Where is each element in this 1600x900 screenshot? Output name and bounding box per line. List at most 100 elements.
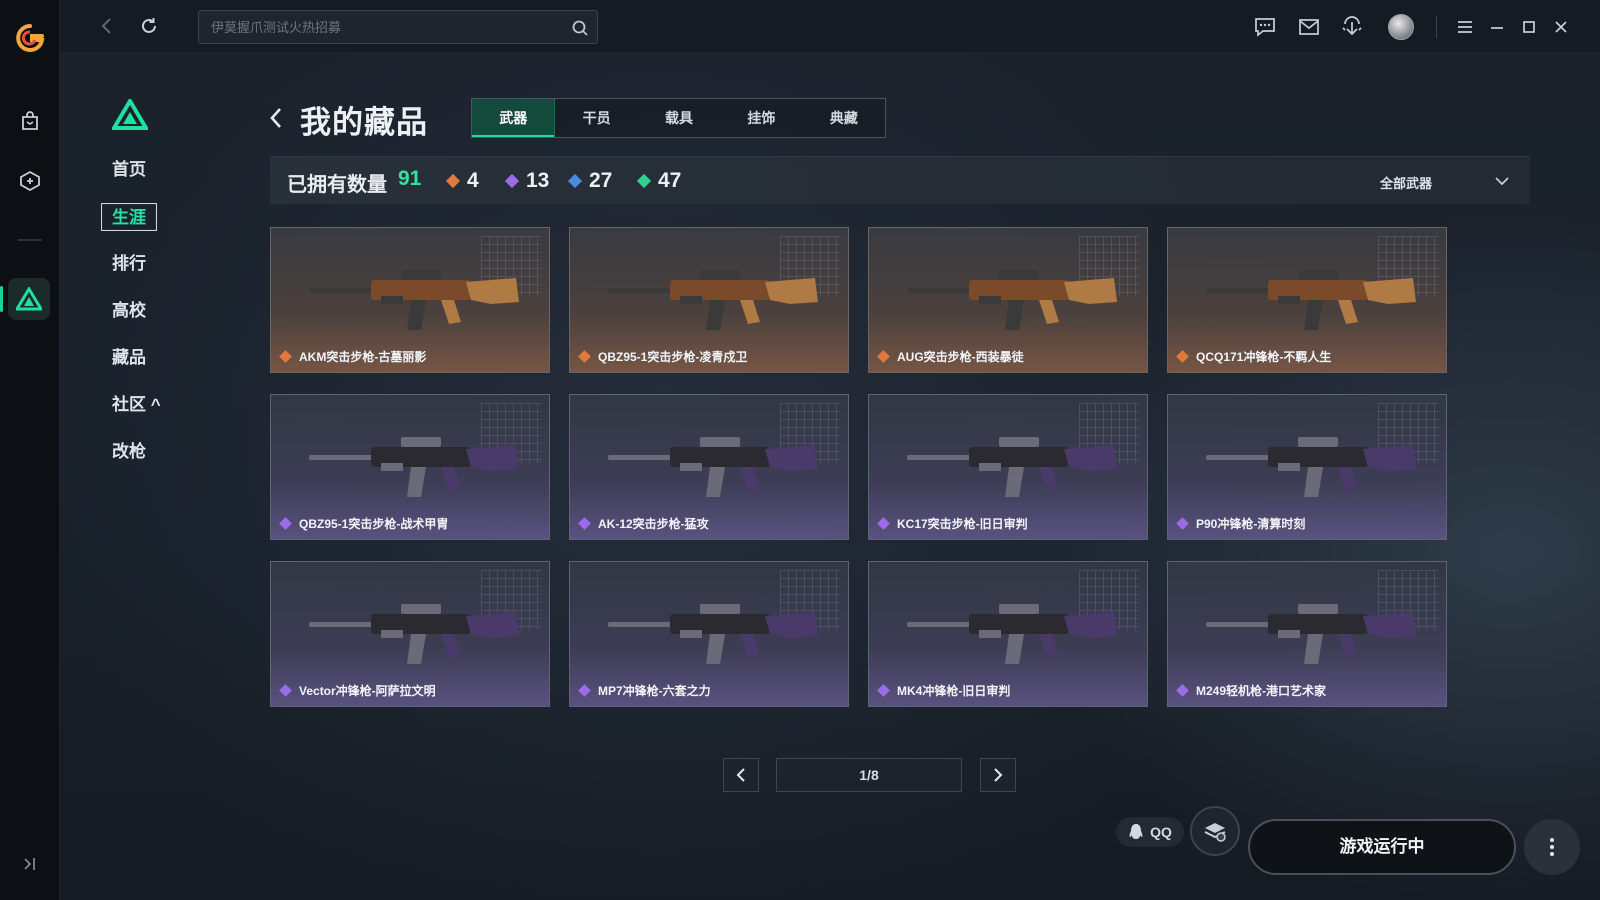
weapon-image [608, 270, 818, 330]
collection-item-card[interactable]: P90冲锋枪-清算时刻 [1167, 394, 1447, 540]
item-name: KC17突击步枪-旧日审判 [897, 516, 1028, 531]
card-caption: MP7冲锋枪-六套之力 [578, 681, 838, 699]
delta-force-logo-icon [110, 97, 150, 131]
refresh-icon[interactable] [137, 14, 161, 38]
chevron-down-icon [1494, 173, 1510, 191]
menu-icon[interactable] [1452, 14, 1478, 40]
download-icon[interactable] [1339, 14, 1365, 40]
side-nav-university[interactable]: 高校 [112, 297, 146, 325]
green-diamond-icon [636, 173, 652, 189]
maximize-icon[interactable] [1516, 14, 1542, 40]
weapon-filter-dropdown[interactable]: 全部武器 [1370, 168, 1510, 196]
next-page-button[interactable] [980, 758, 1016, 792]
weapon-image [907, 437, 1117, 497]
blue-diamond-icon [567, 173, 583, 189]
page-back-icon[interactable] [265, 105, 287, 131]
search-icon[interactable] [571, 19, 589, 37]
item-name: AKM突击步枪-古墓丽影 [299, 349, 427, 364]
weapon-image [1206, 437, 1416, 497]
rarity-count: 47 [658, 169, 682, 192]
tab-charms[interactable]: 挂饰 [720, 99, 802, 137]
weapon-image [1206, 604, 1416, 664]
back-arrow-icon[interactable] [95, 14, 119, 38]
card-caption: MK4冲锋枪-旧日审判 [877, 681, 1137, 699]
side-nav-gunsmith[interactable]: 改枪 [112, 438, 146, 466]
collection-item-card[interactable]: AKM突击步枪-古墓丽影 [270, 227, 550, 373]
side-nav-career[interactable]: 生涯 [101, 203, 157, 231]
orange-diamond-icon [445, 173, 461, 189]
deco-badge-button[interactable] [1190, 806, 1240, 856]
app-logo-icon[interactable] [14, 22, 46, 54]
rail-active-indicator [0, 286, 3, 312]
side-nav-community[interactable]: 社区 ^ [112, 391, 161, 419]
more-options-button[interactable] [1524, 819, 1580, 875]
item-name: QBZ95-1突击步枪-凌青戍卫 [598, 349, 748, 364]
page-indicator: 1/8 [776, 758, 962, 792]
item-name: P90冲锋枪-清算时刻 [1196, 516, 1306, 531]
collection-item-card[interactable]: QBZ95-1突击步枪-战术甲胄 [270, 394, 550, 540]
item-name: MP7冲锋枪-六套之力 [598, 683, 711, 698]
purple-diamond-icon [578, 516, 591, 530]
card-caption: QCQ171冲锋枪-不羁人生 [1176, 347, 1436, 365]
top-bar [60, 0, 1600, 53]
collection-item-card[interactable]: MK4冲锋枪-旧日审判 [868, 561, 1148, 707]
search-box [198, 10, 598, 44]
card-caption: KC17突击步枪-旧日审判 [877, 514, 1137, 532]
tab-vehicles[interactable]: 载具 [638, 99, 720, 137]
collection-item-card[interactable]: AK-12突击步枪-猛攻 [569, 394, 849, 540]
delta-force-game-icon[interactable] [8, 278, 50, 320]
user-avatar[interactable] [1388, 14, 1414, 40]
item-name: M249轻机枪-港口艺术家 [1196, 683, 1327, 698]
item-name: AK-12突击步枪-猛攻 [598, 516, 709, 531]
game-running-button[interactable]: 游戏运行中 [1248, 819, 1516, 875]
rarity-purple-count: 13 [504, 167, 549, 195]
mail-icon[interactable] [1296, 14, 1322, 40]
game-tag-icon[interactable] [14, 165, 46, 197]
card-caption: AKM突击步枪-古墓丽影 [279, 347, 539, 365]
collection-item-card[interactable]: MP7冲锋枪-六套之力 [569, 561, 849, 707]
collection-item-card[interactable]: AUG突击步枪-西装暴徒 [868, 227, 1148, 373]
card-caption: AK-12突击步枪-猛攻 [578, 514, 838, 532]
side-nav-collection[interactable]: 藏品 [112, 344, 146, 372]
card-caption: QBZ95-1突击步枪-凌青戍卫 [578, 347, 838, 365]
card-caption: Vector冲锋枪-阿萨拉文明 [279, 681, 539, 699]
side-nav-home[interactable]: 首页 [112, 156, 146, 184]
purple-diamond-icon [877, 516, 890, 530]
chat-bubble-icon[interactable] [1252, 14, 1278, 40]
tab-weapons[interactable]: 武器 [472, 99, 556, 137]
filter-label: 全部武器 [1380, 175, 1433, 191]
owned-count-label: 已拥有数量 [287, 174, 387, 196]
store-bag-icon[interactable] [14, 105, 46, 137]
item-name: MK4冲锋枪-旧日审判 [897, 683, 1011, 698]
weapon-image [309, 270, 519, 330]
weapon-image [309, 604, 519, 664]
category-tabs: 武器 干员 载具 挂饰 典藏 [471, 98, 886, 138]
weapon-image [309, 437, 519, 497]
collection-item-card[interactable]: QCQ171冲锋枪-不羁人生 [1167, 227, 1447, 373]
item-name: AUG突击步枪-西装暴徒 [897, 349, 1024, 364]
weapon-image [907, 270, 1117, 330]
collapse-sidebar-icon[interactable] [18, 852, 42, 876]
purple-diamond-icon [578, 683, 591, 697]
prev-page-button[interactable] [723, 758, 759, 792]
qq-button[interactable]: QQ [1116, 817, 1184, 847]
topbar-divider [1436, 16, 1437, 38]
purple-diamond-icon [877, 683, 890, 697]
purple-diamond-icon [279, 683, 292, 697]
collection-item-card[interactable]: M249轻机枪-港口艺术家 [1167, 561, 1447, 707]
search-input[interactable] [199, 11, 597, 43]
collection-item-card[interactable]: Vector冲锋枪-阿萨拉文明 [270, 561, 550, 707]
tab-operators[interactable]: 干员 [555, 99, 637, 137]
card-caption: AUG突击步枪-西装暴徒 [877, 347, 1137, 365]
side-nav-ranking[interactable]: 排行 [112, 250, 146, 278]
card-caption: M249轻机枪-港口艺术家 [1176, 681, 1436, 699]
close-icon[interactable] [1548, 14, 1574, 40]
rarity-count: 4 [467, 169, 479, 192]
purple-diamond-icon [1176, 516, 1189, 530]
orange-diamond-icon [877, 349, 890, 363]
minimize-icon[interactable] [1484, 14, 1510, 40]
collection-item-card[interactable]: QBZ95-1突击步枪-凌青戍卫 [569, 227, 849, 373]
collection-item-card[interactable]: KC17突击步枪-旧日审判 [868, 394, 1148, 540]
tab-classics[interactable]: 典藏 [803, 99, 885, 137]
stats-bar: 已拥有数量 91 4 13 27 47 全部武器 [270, 156, 1530, 204]
